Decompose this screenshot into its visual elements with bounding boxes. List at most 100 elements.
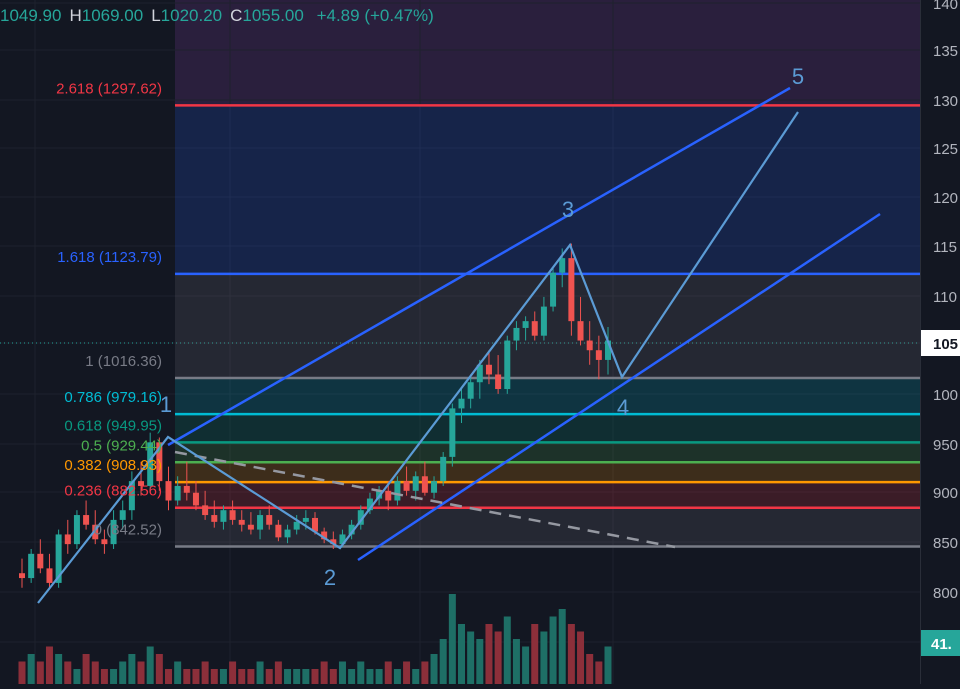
candle-body-53 bbox=[504, 340, 511, 390]
axis-tick-3: 125 bbox=[933, 141, 958, 158]
candle-body-30 bbox=[293, 521, 300, 530]
volume-bar-8 bbox=[91, 661, 99, 684]
wave-label-0: 1 bbox=[160, 392, 172, 417]
volume-bar-35 bbox=[338, 661, 346, 684]
volume-bar-40 bbox=[384, 661, 392, 684]
volume-bar-52 bbox=[494, 631, 502, 684]
volume-bar-12 bbox=[128, 654, 136, 684]
left-bg bbox=[0, 0, 175, 684]
volume-bar-25 bbox=[247, 669, 255, 684]
volume-bar-53 bbox=[503, 616, 511, 684]
volume-bar-64 bbox=[604, 646, 612, 684]
fib-label-4: 0.618 (949.95) bbox=[64, 417, 162, 434]
candle-body-44 bbox=[421, 476, 428, 493]
volume-bar-23 bbox=[229, 661, 237, 684]
volume-bar-4 bbox=[55, 654, 63, 684]
axis-tick-5: 115 bbox=[933, 239, 957, 256]
candle-body-42 bbox=[403, 481, 410, 491]
axis-tick-1: 135 bbox=[933, 43, 958, 60]
fib-label-3: 0.786 (979.16) bbox=[64, 389, 162, 406]
volume-bar-45 bbox=[430, 654, 438, 684]
candle-body-63 bbox=[595, 350, 602, 360]
axis-tick-8: 100 bbox=[933, 387, 958, 404]
volume-bar-49 bbox=[467, 631, 475, 684]
volume-bar-17 bbox=[174, 661, 182, 684]
candle-body-2 bbox=[37, 553, 44, 569]
volume-bar-54 bbox=[512, 639, 520, 684]
candle-body-28 bbox=[275, 524, 282, 538]
volume-bar-57 bbox=[540, 631, 548, 684]
volume-bar-61 bbox=[577, 631, 585, 684]
volume-bar-38 bbox=[366, 669, 374, 684]
volume-bar-2 bbox=[36, 661, 44, 684]
price-axis[interactable]: 1401351301251201151101051009509008508001… bbox=[920, 0, 960, 684]
volume-bar-10 bbox=[110, 669, 118, 684]
candle-body-61 bbox=[577, 321, 584, 341]
volume-bar-3 bbox=[45, 646, 53, 684]
fib-band-6 bbox=[175, 482, 920, 508]
fib-extension-bands bbox=[175, 105, 920, 547]
high-value: 1069.00 bbox=[81, 6, 144, 25]
volume-bar-9 bbox=[100, 669, 108, 684]
volume-bar-1 bbox=[27, 654, 35, 684]
candle-body-21 bbox=[211, 515, 218, 522]
fib-label-6: 0.382 (908.93) bbox=[64, 457, 162, 474]
volume-bar-59 bbox=[558, 609, 566, 684]
volume-bar-36 bbox=[348, 669, 356, 684]
candle-body-40 bbox=[385, 490, 392, 501]
volume-bar-7 bbox=[82, 654, 90, 684]
volume-bar-44 bbox=[421, 661, 429, 684]
candle-body-62 bbox=[586, 340, 593, 351]
candle-body-18 bbox=[183, 485, 190, 493]
candle-body-48 bbox=[458, 398, 465, 409]
candle-body-6 bbox=[73, 515, 80, 545]
volume-bar-21 bbox=[210, 669, 218, 684]
volume-bar-18 bbox=[183, 669, 191, 684]
volume-bar-55 bbox=[522, 646, 530, 684]
candle-body-31 bbox=[302, 517, 309, 522]
candle-body-52 bbox=[495, 374, 502, 390]
volume-bar-30 bbox=[293, 669, 301, 684]
volume-bar-19 bbox=[192, 669, 200, 684]
axis-tick-0: 140 bbox=[933, 0, 958, 13]
change-value: +4.89 (+0.47%) bbox=[316, 6, 434, 25]
candle-body-11 bbox=[119, 510, 126, 520]
axis-tick-10: 900 bbox=[933, 485, 958, 502]
volume-bar-11 bbox=[119, 661, 127, 684]
candle-body-47 bbox=[449, 408, 456, 457]
volume-bar-58 bbox=[549, 616, 557, 684]
candle-body-16 bbox=[165, 481, 172, 501]
open-value: 1049.90 bbox=[0, 6, 62, 25]
volume-bar-24 bbox=[238, 669, 246, 684]
volume-bar-6 bbox=[73, 669, 81, 684]
fib-band-4 bbox=[175, 442, 920, 463]
fib-label-8: 0 (842.52) bbox=[94, 522, 162, 539]
volume-bar-42 bbox=[403, 661, 411, 684]
volume-bar-47 bbox=[448, 594, 456, 684]
close-value: 1055.00 bbox=[242, 6, 304, 25]
wave-label-1: 2 bbox=[324, 565, 336, 590]
axis-tick-12: 800 bbox=[933, 585, 958, 602]
volume-bar-41 bbox=[393, 669, 401, 684]
candle-body-45 bbox=[431, 481, 438, 493]
fib-band-5 bbox=[175, 462, 920, 483]
volume-bar-26 bbox=[256, 661, 264, 684]
volume-bar-37 bbox=[357, 661, 365, 684]
candle-body-59 bbox=[559, 258, 566, 273]
candle-body-7 bbox=[83, 515, 90, 525]
volume-bar-13 bbox=[137, 661, 145, 684]
volume-bar-34 bbox=[329, 669, 337, 684]
volume-bar-29 bbox=[284, 669, 292, 684]
candle-body-22 bbox=[220, 510, 227, 522]
volume-bar-28 bbox=[274, 661, 282, 684]
current-price-text: 105 bbox=[933, 336, 958, 353]
fib-band-0 bbox=[175, 105, 920, 274]
axis-tick-9: 950 bbox=[933, 437, 958, 454]
price-chart[interactable]: 2.618 (1297.62) 1.618 (1123.79) 1 (1016.36… bbox=[0, 0, 960, 684]
candle-body-24 bbox=[238, 519, 245, 525]
candle-body-54 bbox=[513, 327, 520, 341]
volume-badge-text: 41. bbox=[931, 636, 952, 653]
axis-tick-2: 130 bbox=[933, 93, 958, 110]
axis-tick-6: 110 bbox=[933, 289, 957, 306]
fib-label-2: 1 (1016.36) bbox=[85, 353, 162, 370]
